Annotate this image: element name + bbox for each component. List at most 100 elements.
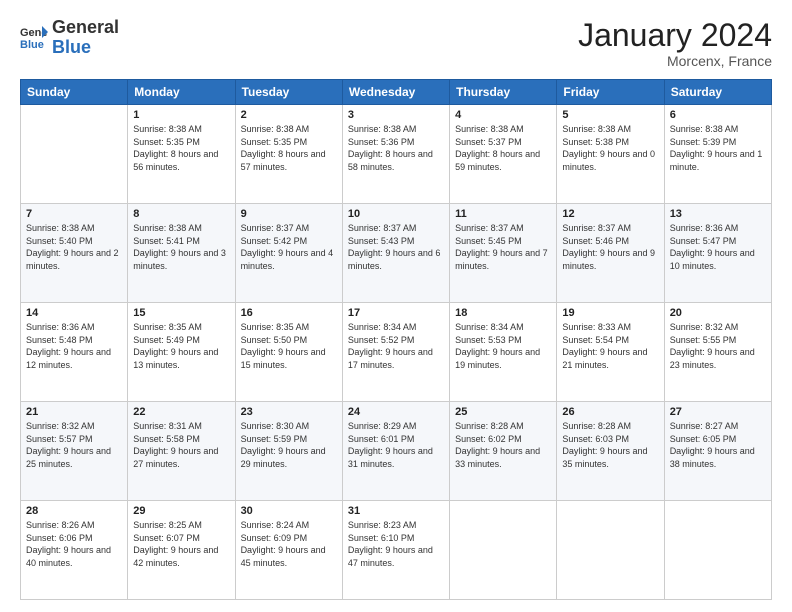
cell-info: Sunrise: 8:25 AMSunset: 6:07 PMDaylight:… [133,519,229,569]
calendar-cell: 18 Sunrise: 8:34 AMSunset: 5:53 PMDayligh… [450,303,557,402]
calendar-cell: 12 Sunrise: 8:37 AMSunset: 5:46 PMDayligh… [557,204,664,303]
day-number: 25 [455,406,551,418]
day-number: 31 [348,505,444,517]
day-number: 24 [348,406,444,418]
cell-info: Sunrise: 8:38 AMSunset: 5:35 PMDaylight:… [133,123,229,173]
calendar-cell: 21 Sunrise: 8:32 AMSunset: 5:57 PMDayligh… [21,402,128,501]
day-number: 12 [562,208,658,220]
day-number: 9 [241,208,337,220]
cell-info: Sunrise: 8:33 AMSunset: 5:54 PMDaylight:… [562,321,658,371]
calendar-cell [450,501,557,600]
calendar-cell: 29Sunrise: 8:25 AMSunset: 6:07 PMDayligh… [128,501,235,600]
location: Morcenx, France [578,53,772,69]
weekday-header-row: SundayMondayTuesdayWednesdayThursdayFrid… [21,80,772,105]
calendar-cell: 23Sunrise: 8:30 AMSunset: 5:59 PMDayligh… [235,402,342,501]
cell-info: Sunrise: 8:37 AMSunset: 5:46 PMDaylight:… [562,222,658,272]
calendar-cell: 26 Sunrise: 8:28 AMSunset: 6:03 PMDayligh… [557,402,664,501]
day-number: 23 [241,406,337,418]
day-number: 18 [455,307,551,319]
cell-info: Sunrise: 8:27 AMSunset: 6:05 PMDaylight:… [670,420,766,470]
calendar-cell: 15Sunrise: 8:35 AMSunset: 5:49 PMDayligh… [128,303,235,402]
cell-info: Sunrise: 8:38 AMSunset: 5:41 PMDaylight:… [133,222,229,272]
calendar-cell: 28 Sunrise: 8:26 AMSunset: 6:06 PMDayligh… [21,501,128,600]
cell-info: Sunrise: 8:36 AMSunset: 5:47 PMDaylight:… [670,222,766,272]
calendar-cell: 8 Sunrise: 8:38 AMSunset: 5:41 PMDaylight… [128,204,235,303]
cell-info: Sunrise: 8:38 AMSunset: 5:38 PMDaylight:… [562,123,658,173]
day-number: 19 [562,307,658,319]
cell-info: Sunrise: 8:37 AMSunset: 5:43 PMDaylight:… [348,222,444,272]
day-number: 21 [26,406,122,418]
month-title: January 2024 [578,18,772,53]
day-number: 10 [348,208,444,220]
cell-info: Sunrise: 8:38 AMSunset: 5:36 PMDaylight:… [348,123,444,173]
day-number: 28 [26,505,122,517]
calendar-cell: 1 Sunrise: 8:38 AMSunset: 5:35 PMDaylight… [128,105,235,204]
calendar-cell: 14 Sunrise: 8:36 AMSunset: 5:48 PMDayligh… [21,303,128,402]
cell-info: Sunrise: 8:29 AMSunset: 6:01 PMDaylight:… [348,420,444,470]
calendar-cell: 10 Sunrise: 8:37 AMSunset: 5:43 PMDayligh… [342,204,449,303]
cell-info: Sunrise: 8:37 AMSunset: 5:45 PMDaylight:… [455,222,551,272]
week-row-3: 21 Sunrise: 8:32 AMSunset: 5:57 PMDayligh… [21,402,772,501]
calendar-cell: 31 Sunrise: 8:23 AMSunset: 6:10 PMDayligh… [342,501,449,600]
cell-info: Sunrise: 8:35 AMSunset: 5:50 PMDaylight:… [241,321,337,371]
calendar-cell: 19 Sunrise: 8:33 AMSunset: 5:54 PMDayligh… [557,303,664,402]
day-number: 4 [455,109,551,121]
cell-info: Sunrise: 8:35 AMSunset: 5:49 PMDaylight:… [133,321,229,371]
calendar-table: SundayMondayTuesdayWednesdayThursdayFrid… [20,79,772,600]
calendar-cell: 25 Sunrise: 8:28 AMSunset: 6:02 PMDayligh… [450,402,557,501]
week-row-1: 7 Sunrise: 8:38 AMSunset: 5:40 PMDaylight… [21,204,772,303]
week-row-0: 1 Sunrise: 8:38 AMSunset: 5:35 PMDaylight… [21,105,772,204]
day-number: 2 [241,109,337,121]
cell-info: Sunrise: 8:26 AMSunset: 6:06 PMDaylight:… [26,519,122,569]
day-number: 14 [26,307,122,319]
weekday-header-wednesday: Wednesday [342,80,449,105]
day-number: 17 [348,307,444,319]
cell-info: Sunrise: 8:31 AMSunset: 5:58 PMDaylight:… [133,420,229,470]
cell-info: Sunrise: 8:28 AMSunset: 6:03 PMDaylight:… [562,420,658,470]
day-number: 30 [241,505,337,517]
calendar-cell [557,501,664,600]
svg-text:Blue: Blue [20,39,44,51]
day-number: 8 [133,208,229,220]
weekday-header-thursday: Thursday [450,80,557,105]
day-number: 13 [670,208,766,220]
cell-info: Sunrise: 8:36 AMSunset: 5:48 PMDaylight:… [26,321,122,371]
cell-info: Sunrise: 8:38 AMSunset: 5:40 PMDaylight:… [26,222,122,272]
header: General Blue General Blue January 2024 M… [20,18,772,69]
title-block: January 2024 Morcenx, France [578,18,772,69]
day-number: 7 [26,208,122,220]
day-number: 20 [670,307,766,319]
calendar-cell: 9 Sunrise: 8:37 AMSunset: 5:42 PMDaylight… [235,204,342,303]
calendar-cell: 27 Sunrise: 8:27 AMSunset: 6:05 PMDayligh… [664,402,771,501]
calendar-cell: 11 Sunrise: 8:37 AMSunset: 5:45 PMDayligh… [450,204,557,303]
day-number: 6 [670,109,766,121]
logo: General Blue General Blue [20,18,119,58]
day-number: 11 [455,208,551,220]
calendar-cell: 3 Sunrise: 8:38 AMSunset: 5:36 PMDaylight… [342,105,449,204]
weekday-header-tuesday: Tuesday [235,80,342,105]
cell-info: Sunrise: 8:32 AMSunset: 5:55 PMDaylight:… [670,321,766,371]
day-number: 3 [348,109,444,121]
weekday-header-sunday: Sunday [21,80,128,105]
cell-info: Sunrise: 8:34 AMSunset: 5:53 PMDaylight:… [455,321,551,371]
cell-info: Sunrise: 8:37 AMSunset: 5:42 PMDaylight:… [241,222,337,272]
logo-icon: General Blue [20,24,48,52]
week-row-2: 14 Sunrise: 8:36 AMSunset: 5:48 PMDayligh… [21,303,772,402]
day-number: 27 [670,406,766,418]
weekday-header-friday: Friday [557,80,664,105]
calendar-cell: 24 Sunrise: 8:29 AMSunset: 6:01 PMDayligh… [342,402,449,501]
calendar-cell: 22Sunrise: 8:31 AMSunset: 5:58 PMDayligh… [128,402,235,501]
weekday-header-monday: Monday [128,80,235,105]
cell-info: Sunrise: 8:34 AMSunset: 5:52 PMDaylight:… [348,321,444,371]
calendar-cell: 5Sunrise: 8:38 AMSunset: 5:38 PMDaylight… [557,105,664,204]
calendar-cell: 7 Sunrise: 8:38 AMSunset: 5:40 PMDaylight… [21,204,128,303]
calendar-cell [664,501,771,600]
calendar-cell: 13 Sunrise: 8:36 AMSunset: 5:47 PMDayligh… [664,204,771,303]
day-number: 1 [133,109,229,121]
day-number: 26 [562,406,658,418]
calendar-cell: 2Sunrise: 8:38 AMSunset: 5:35 PMDaylight… [235,105,342,204]
calendar-cell: 6Sunrise: 8:38 AMSunset: 5:39 PMDaylight… [664,105,771,204]
cell-info: Sunrise: 8:32 AMSunset: 5:57 PMDaylight:… [26,420,122,470]
cell-info: Sunrise: 8:28 AMSunset: 6:02 PMDaylight:… [455,420,551,470]
cell-info: Sunrise: 8:23 AMSunset: 6:10 PMDaylight:… [348,519,444,569]
